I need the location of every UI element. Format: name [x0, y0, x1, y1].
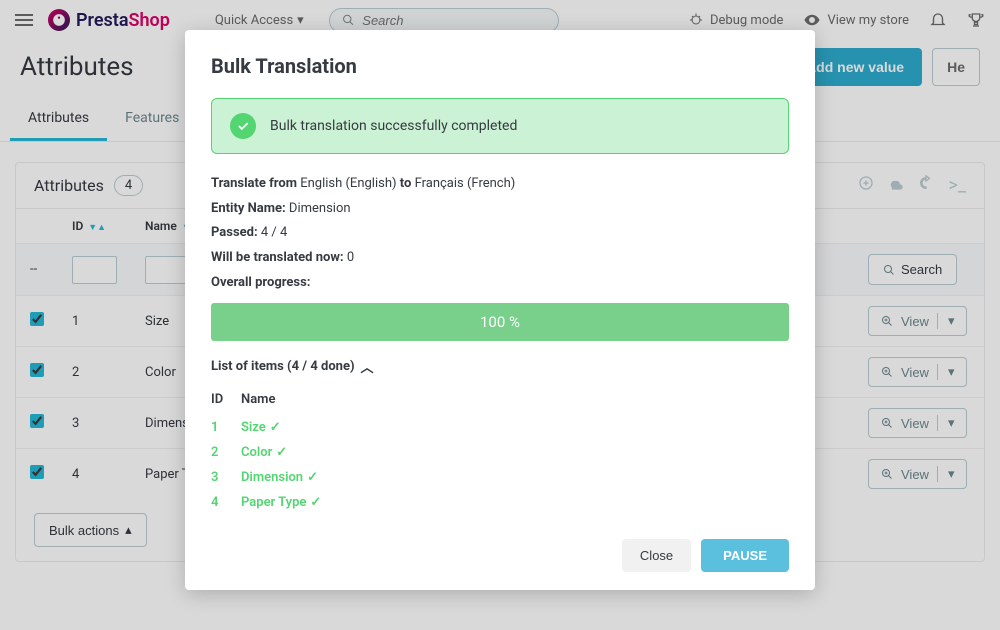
item-row: 4Paper Type✓	[211, 490, 789, 515]
alert-text: Bulk translation successfully completed	[270, 118, 517, 134]
check-icon: ✓	[276, 445, 287, 460]
modal-title: Bulk Translation	[211, 54, 789, 78]
list-toggle[interactable]: List of items (4 / 4 done) ︿	[211, 357, 789, 376]
check-icon: ✓	[270, 420, 281, 435]
translation-info: Translate from English (English) to Fran…	[211, 172, 789, 295]
modal-overlay[interactable]: Bulk Translation Bulk translation succes…	[0, 0, 1000, 630]
item-row: 3Dimension✓	[211, 465, 789, 490]
chevron-up-icon: ︿	[361, 357, 374, 376]
check-circle-icon	[230, 113, 256, 139]
bulk-translation-modal: Bulk Translation Bulk translation succes…	[185, 30, 815, 590]
progress-bar: 100 %	[211, 303, 789, 341]
pause-button[interactable]: PAUSE	[701, 539, 789, 572]
item-row: 1Size✓	[211, 415, 789, 440]
item-row: 2Color✓	[211, 440, 789, 465]
success-alert: Bulk translation successfully completed	[211, 98, 789, 154]
close-button[interactable]: Close	[622, 539, 691, 572]
items-table: ID Name 1Size✓ 2Color✓ 3Dimension✓ 4Pape…	[211, 388, 789, 515]
check-icon: ✓	[310, 495, 321, 510]
check-icon: ✓	[307, 470, 318, 485]
